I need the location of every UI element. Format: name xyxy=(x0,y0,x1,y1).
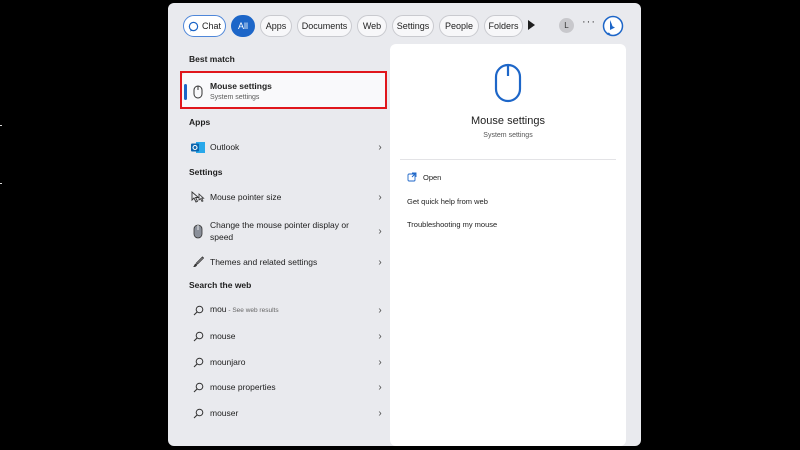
tab-web-label: Web xyxy=(362,21,382,31)
web-result-hint: - See web results xyxy=(226,307,279,314)
setting-label: Mouse pointer size xyxy=(210,192,282,202)
divider xyxy=(400,159,616,160)
tab-apps[interactable]: Apps xyxy=(260,15,292,37)
web-result-label: mounjaro xyxy=(210,357,246,367)
edge-mark xyxy=(0,183,2,184)
tab-all[interactable]: All xyxy=(231,15,255,37)
search-icon xyxy=(190,328,206,344)
search-icon xyxy=(190,405,206,421)
list-item[interactable]: mouser › xyxy=(182,401,387,425)
search-icon xyxy=(190,302,206,318)
list-item[interactable]: Outlook › xyxy=(182,135,387,159)
tab-chat-label: Chat xyxy=(201,21,221,31)
chevron-right-icon[interactable]: › xyxy=(373,142,387,153)
chat-icon xyxy=(188,21,199,32)
web-result-label: mouse properties xyxy=(210,382,276,392)
mouse-speed-icon xyxy=(190,223,206,239)
open-external-icon xyxy=(407,172,417,182)
tab-documents[interactable]: Documents xyxy=(297,15,352,37)
list-item[interactable]: Change the mouse pointer display or spee… xyxy=(182,214,387,248)
settings-heading: Settings xyxy=(189,167,223,177)
web-result-label: mouse xyxy=(210,331,236,341)
tab-apps-label: Apps xyxy=(265,21,287,31)
mouse-icon xyxy=(494,63,522,103)
tab-settings[interactable]: Settings xyxy=(392,15,434,37)
search-icon xyxy=(190,354,206,370)
more-options-icon[interactable]: ··· xyxy=(582,16,596,28)
edge-mark xyxy=(0,125,2,126)
list-item[interactable]: mou - See web results › xyxy=(182,298,387,322)
open-action-label: Open xyxy=(423,172,442,182)
quick-help-link[interactable]: Get quick help from web xyxy=(407,197,488,206)
quick-help-label: Get quick help from web xyxy=(407,197,488,206)
tab-folders[interactable]: Folders xyxy=(484,15,523,37)
preview-title: Mouse settings xyxy=(471,115,545,127)
search-icon xyxy=(190,379,206,395)
list-item[interactable]: Mouse pointer size › xyxy=(182,185,387,209)
bing-chat-icon[interactable] xyxy=(602,15,624,37)
screen: Chat All Apps Documents Web Settings Peo… xyxy=(0,0,800,450)
filter-bar: Chat All Apps Documents Web Settings Peo… xyxy=(168,3,641,47)
chevron-right-icon[interactable]: › xyxy=(373,257,387,268)
chevron-right-icon[interactable]: › xyxy=(373,305,387,316)
tab-documents-label: Documents xyxy=(301,21,348,31)
troubleshoot-label: Troubleshooting my mouse xyxy=(407,220,498,229)
avatar[interactable]: L xyxy=(559,18,574,33)
chevron-right-icon[interactable]: › xyxy=(373,382,387,393)
pointer-size-icon xyxy=(190,189,206,205)
best-match-heading: Best match xyxy=(189,54,235,64)
preview-pane: Mouse settings System settings Open Get … xyxy=(390,44,626,446)
list-item[interactable]: mouse › xyxy=(182,324,387,348)
tab-all-label: All xyxy=(237,21,248,31)
tab-folders-label: Folders xyxy=(488,21,519,31)
tab-people[interactable]: People xyxy=(439,15,479,37)
tab-web[interactable]: Web xyxy=(357,15,387,37)
app-outlook-label: Outlook xyxy=(210,142,240,152)
search-web-heading: Search the web xyxy=(189,280,252,290)
preview-subtitle: System settings xyxy=(483,132,533,139)
chevron-right-icon[interactable]: › xyxy=(373,357,387,368)
more-filters-arrow-icon[interactable] xyxy=(528,20,535,30)
list-item[interactable]: mouse properties › xyxy=(182,375,387,399)
troubleshoot-link[interactable]: Troubleshooting my mouse xyxy=(407,220,497,229)
chevron-right-icon[interactable]: › xyxy=(373,192,387,203)
chevron-right-icon[interactable]: › xyxy=(373,408,387,419)
apps-heading: Apps xyxy=(189,117,211,127)
brush-icon xyxy=(190,254,206,270)
red-highlight-box xyxy=(180,71,387,109)
tab-people-label: People xyxy=(444,21,474,31)
web-result-label: mou xyxy=(210,304,227,314)
start-search-panel: Chat All Apps Documents Web Settings Peo… xyxy=(168,3,641,446)
setting-label: Themes and related settings xyxy=(210,257,318,267)
open-action[interactable]: Open xyxy=(407,172,441,182)
setting-label: Change the mouse pointer display or spee… xyxy=(210,220,349,242)
web-result-label: mouser xyxy=(210,408,239,418)
chevron-right-icon[interactable]: › xyxy=(373,331,387,342)
list-item[interactable]: Themes and related settings › xyxy=(182,250,387,274)
tab-chat[interactable]: Chat xyxy=(183,15,226,37)
outlook-icon xyxy=(190,139,206,155)
list-item[interactable]: mounjaro › xyxy=(182,350,387,374)
tab-settings-label: Settings xyxy=(396,21,430,31)
chevron-right-icon[interactable]: › xyxy=(373,226,387,237)
